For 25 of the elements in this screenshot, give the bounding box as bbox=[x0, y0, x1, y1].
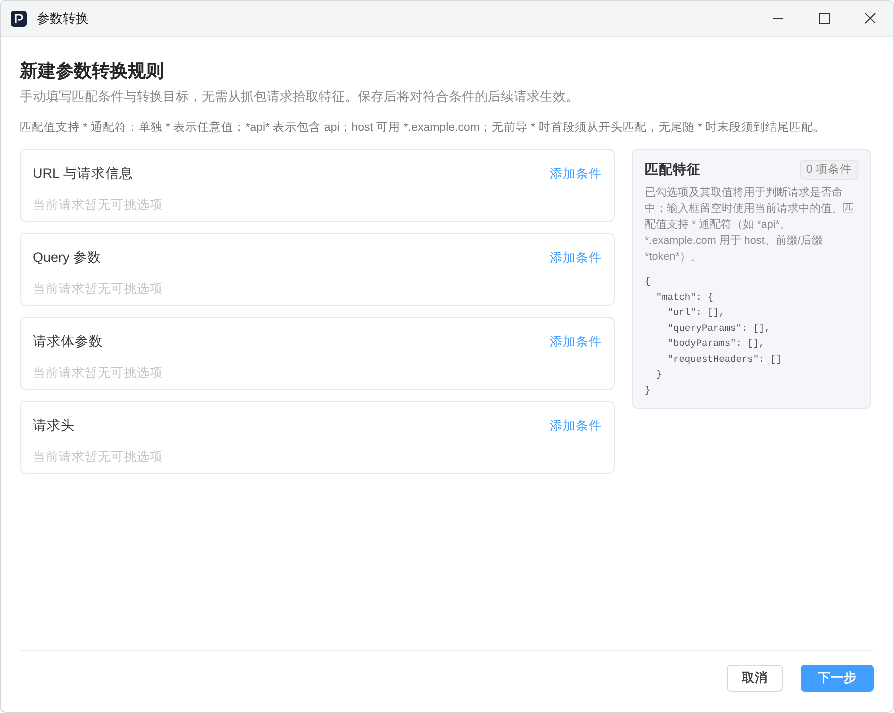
json-preview-code: { "match": { "url": [], "queryParams": [], "bodyParams": [], "requestHeaders": [] } } bbox=[645, 275, 783, 398]
add-condition-link[interactable]: 添加条件 bbox=[550, 250, 602, 266]
page-heading: 新建参数转换规则 bbox=[20, 60, 165, 83]
cancel-button[interactable]: 取消 bbox=[727, 665, 783, 692]
section-title: 请求头 bbox=[33, 417, 75, 435]
condition-count-badge: 0 项条件 bbox=[800, 160, 858, 180]
window-title: 参数转换 bbox=[37, 10, 90, 28]
section-title: 请求体参数 bbox=[33, 333, 103, 351]
close-icon bbox=[864, 13, 876, 24]
add-condition-link[interactable]: 添加条件 bbox=[550, 334, 602, 350]
section-title: Query 参数 bbox=[33, 249, 102, 267]
page-subtitle: 手动填写匹配条件与转换目标，无需从抓包请求拾取特征。保存后将对符合条件的后续请求生效。 bbox=[20, 88, 580, 106]
next-button[interactable]: 下一步 bbox=[801, 665, 874, 692]
app-logo-icon bbox=[11, 10, 27, 26]
wildcard-hint: 匹配值支持 * 通配符：单独 * 表示任意值；*api* 表示包含 api；host 可用 *.example.com；无前导 * 时首段须从开头匹配，无尾随 * 时末段须到结尾匹配。 bbox=[20, 120, 827, 136]
panel-description: 已勾选项及其取值将用于判断请求是否命中；输入框留空时使用当前请求中的值。匹配值支持 * 通配符（如 *api*、*.example.com 用于 host、前缀/后缀 *token*）。 bbox=[645, 186, 855, 265]
add-condition-link[interactable]: 添加条件 bbox=[550, 166, 602, 182]
maximize-icon bbox=[818, 13, 830, 24]
empty-state-text: 当前请求暂无可挑选项 bbox=[33, 281, 164, 298]
empty-state-text: 当前请求暂无可挑选项 bbox=[33, 365, 164, 382]
panel-title: 匹配特征 bbox=[645, 161, 701, 179]
empty-state-text: 当前请求暂无可挑选项 bbox=[33, 449, 164, 466]
add-condition-link[interactable]: 添加条件 bbox=[550, 418, 602, 434]
section-title: URL 与请求信息 bbox=[33, 165, 134, 183]
empty-state-text: 当前请求暂无可挑选项 bbox=[33, 197, 164, 214]
